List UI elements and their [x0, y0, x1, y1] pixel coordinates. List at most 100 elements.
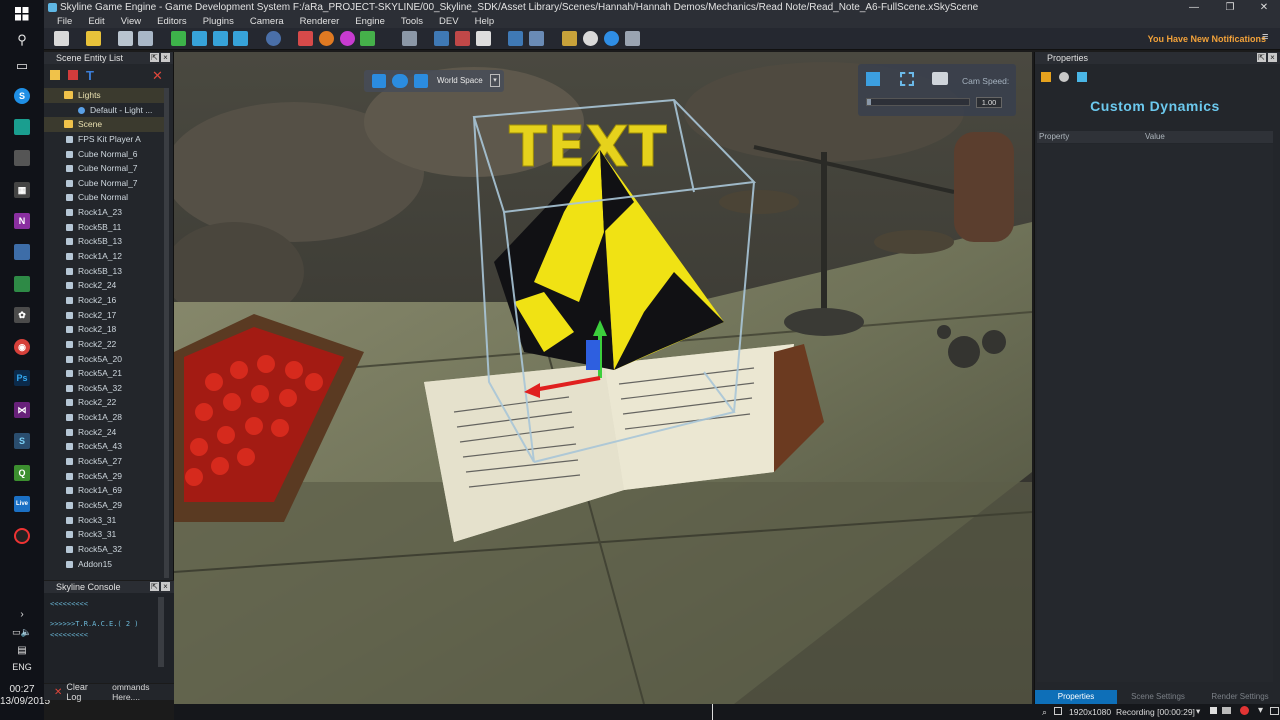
tab-scene-settings[interactable]: Scene Settings [1117, 690, 1199, 704]
tree-row[interactable]: Rock3_31 [44, 527, 164, 542]
tree-row[interactable]: Rock5A_32 [44, 542, 164, 557]
tree-row[interactable]: Rock1A_23 [44, 205, 164, 220]
space-dropdown[interactable]: ▾ [490, 74, 500, 87]
save-as-icon[interactable] [138, 31, 153, 46]
float-panel-icon[interactable]: ⇱ [150, 582, 159, 591]
qt-icon[interactable]: Q [10, 462, 34, 484]
photoshop-icon[interactable]: Ps [10, 367, 34, 389]
new-file-icon[interactable] [54, 31, 69, 46]
globe-icon[interactable] [266, 31, 281, 46]
tree-row[interactable]: Rock3_31 [44, 513, 164, 528]
float-panel-icon[interactable]: ⇱ [1257, 53, 1266, 62]
open-folder-icon[interactable] [86, 31, 101, 46]
screenshot-icon[interactable] [932, 72, 948, 85]
close-panel-icon[interactable]: × [1268, 53, 1277, 62]
play-icon[interactable] [604, 31, 619, 46]
terrain-icon[interactable] [360, 31, 375, 46]
tool-a-icon[interactable] [233, 31, 248, 46]
entity-list-scrollbar[interactable] [164, 88, 169, 578]
dropdown-icon[interactable]: ▾ [1258, 705, 1263, 716]
chrome-icon[interactable]: ◉ [10, 336, 34, 358]
float-panel-icon[interactable]: ⇱ [150, 53, 159, 62]
menu-renderer[interactable]: Renderer [300, 16, 340, 27]
recording-menu-icon[interactable]: ▾ [1196, 706, 1200, 717]
paint-icon[interactable]: ✿ [10, 304, 34, 326]
tree-row[interactable]: Lights [44, 88, 164, 103]
stop-icon[interactable] [1210, 707, 1217, 714]
menu-file[interactable]: File [57, 16, 72, 27]
menu-help[interactable]: Help [475, 16, 495, 27]
start-button[interactable] [10, 3, 34, 25]
visual-studio-icon[interactable]: ⋈ [10, 399, 34, 421]
record-indicator-icon[interactable] [1240, 706, 1249, 715]
image-icon[interactable] [434, 31, 449, 46]
camera-view-icon[interactable] [866, 72, 880, 86]
tree-row[interactable]: Rock2_22 [44, 395, 164, 410]
tree-row[interactable]: Rock5A_21 [44, 366, 164, 381]
tree-row[interactable]: Rock2_24 [44, 425, 164, 440]
notifications-link[interactable]: You Have New Notifications [1148, 34, 1266, 44]
tree-row[interactable]: Rock2_22 [44, 337, 164, 352]
delete-icon[interactable]: ✕ [152, 68, 163, 84]
menu-editors[interactable]: Editors [157, 16, 187, 27]
text-tool-icon[interactable]: T [86, 68, 94, 83]
tool-s-icon[interactable] [213, 31, 228, 46]
record-icon[interactable] [10, 525, 34, 547]
column-property[interactable]: Property [1039, 132, 1069, 141]
zoom-icon[interactable]: ⌕ [1042, 707, 1047, 718]
flag-icon[interactable] [455, 31, 470, 46]
tree-row[interactable]: Rock2_24 [44, 278, 164, 293]
users-icon[interactable] [508, 31, 523, 46]
tree-row[interactable]: Rock2_17 [44, 308, 164, 323]
tree-row[interactable]: Rock1A_28 [44, 410, 164, 425]
monitor-icon[interactable] [529, 31, 544, 46]
speaker-icon[interactable] [562, 31, 577, 46]
clock[interactable]: 00:27 13/09/2015 [0, 684, 50, 708]
tree-row[interactable]: Rock5B_13 [44, 264, 164, 279]
grid-icon[interactable] [476, 31, 491, 46]
search-icon[interactable]: ⚲ [10, 29, 34, 51]
tree-row[interactable]: Rock1A_12 [44, 249, 164, 264]
save-icon[interactable] [118, 31, 133, 46]
sun-icon[interactable] [319, 31, 334, 46]
tree-row[interactable]: Rock5A_43 [44, 439, 164, 454]
column-value[interactable]: Value [1145, 132, 1165, 141]
tree-row[interactable]: Scene [44, 117, 164, 132]
pencil-icon[interactable] [1041, 72, 1051, 82]
app2-icon[interactable] [10, 241, 34, 263]
skype-icon[interactable]: S [10, 85, 34, 107]
onenote-icon[interactable]: N [10, 210, 34, 232]
material-icon[interactable] [340, 31, 355, 46]
tree-row[interactable]: FPS Kit Player A [44, 132, 164, 147]
language-indicator[interactable]: ENG [10, 656, 34, 678]
rotate-tool-icon[interactable] [392, 74, 408, 88]
hierarchy-icon[interactable] [1077, 72, 1087, 82]
menu-engine[interactable]: Engine [355, 16, 385, 27]
settings-icon[interactable] [1059, 72, 1069, 82]
tool-e-icon[interactable] [192, 31, 207, 46]
ball-icon[interactable] [583, 31, 598, 46]
tree-row[interactable]: Rock5A_29 [44, 498, 164, 513]
entity-add-icon[interactable] [68, 70, 78, 80]
menu-camera[interactable]: Camera [250, 16, 284, 27]
skyline-icon[interactable]: S [10, 430, 34, 452]
cam-speed-input[interactable]: 1.00 [976, 97, 1002, 108]
focus-icon[interactable] [900, 72, 914, 86]
menu-tools[interactable]: Tools [401, 16, 423, 27]
particles-icon[interactable] [298, 31, 313, 46]
menu-edit[interactable]: Edit [88, 16, 104, 27]
tree-row[interactable]: Rock5B_13 [44, 234, 164, 249]
tab-properties[interactable]: Properties [1035, 690, 1117, 704]
tree-row[interactable]: Addon15 [44, 557, 164, 572]
tree-row[interactable]: Cube Normal_7 [44, 161, 164, 176]
folder-add-icon[interactable] [50, 70, 60, 80]
tree-row[interactable]: Cube Normal_7 [44, 176, 164, 191]
menu-view[interactable]: View [121, 16, 141, 27]
menu-plugins[interactable]: Plugins [203, 16, 234, 27]
tree-row[interactable]: Default - Light ... [44, 103, 164, 118]
move-tool-icon[interactable] [372, 74, 386, 88]
menu-dev[interactable]: DEV [439, 16, 459, 27]
gamepad-icon[interactable] [625, 31, 640, 46]
minimize-button[interactable]: — [1182, 0, 1206, 15]
app3-icon[interactable] [10, 273, 34, 295]
